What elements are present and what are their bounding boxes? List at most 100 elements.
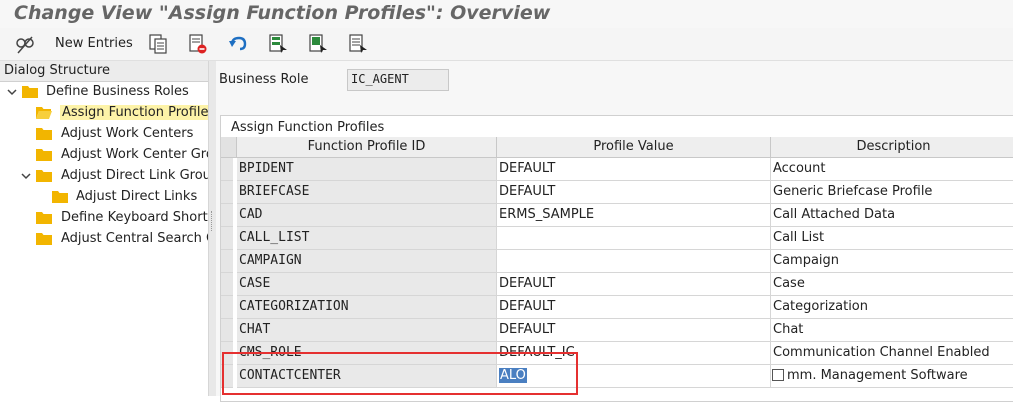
table-title: Assign Function Profiles [231, 120, 385, 135]
tree-item-adjust-direct-links[interactable]: Adjust Direct Links [36, 187, 208, 207]
description-cell: Campaign [771, 250, 1013, 273]
undo-icon[interactable] [228, 33, 248, 55]
copy-icon[interactable] [148, 33, 168, 55]
glasses-pencil-icon[interactable] [14, 33, 36, 55]
profile-value-cell[interactable]: DEFAULT [497, 158, 771, 181]
new-entries-button[interactable]: New Entries [55, 36, 133, 51]
description-cell: Categorization [771, 296, 1013, 319]
splitter-grip[interactable] [211, 211, 214, 231]
function-profile-id: BRIEFCASE [239, 184, 310, 199]
select-all-rows-handle[interactable] [221, 137, 237, 158]
assign-function-profiles-table: Assign Function Profiles Function Profil… [220, 115, 1013, 402]
tree-item-define-business-roles[interactable]: Define Business Roles [6, 82, 206, 102]
table-row[interactable]: BRIEFCASE DEFAULT Generic Briefcase Profil… [221, 181, 1013, 204]
value-help-button[interactable] [772, 369, 784, 381]
description: Call List [773, 230, 825, 245]
profile-value: DEFAULT [499, 276, 556, 291]
description-cell: Account [771, 158, 1013, 181]
profile-value: DEFAULT [499, 299, 556, 314]
profile-value-cell[interactable]: ALO [497, 365, 771, 388]
column-header-function-profile-id[interactable]: Function Profile ID [237, 137, 497, 158]
page-title: Change View "Assign Function Profiles": … [14, 2, 551, 24]
function-profile-id: CHAT [239, 322, 271, 337]
chevron-down-icon[interactable] [20, 170, 32, 182]
table-row[interactable]: CHAT DEFAULT Chat [221, 319, 1013, 342]
folder-icon [36, 149, 52, 161]
table-row[interactable]: BPIDENT DEFAULT Account [221, 158, 1013, 181]
folder-icon [36, 128, 52, 140]
profile-value-cell[interactable]: DEFAULT [497, 296, 771, 319]
profile-value: DEFAULT [499, 161, 556, 176]
tree-item-define-keyboard-shortcuts[interactable]: Define Keyboard Shortc [20, 208, 208, 228]
dialog-structure-panel: Dialog Structure Define Business Roles A… [0, 61, 208, 396]
main-content: Business Role IC_AGENT Assign Function P… [216, 61, 1013, 402]
function-profile-id: CONTACTCENTER [239, 368, 341, 383]
table-row[interactable]: CATEGORIZATION DEFAULT Categorization [221, 296, 1013, 319]
tree-item-adjust-work-center-groups[interactable]: Adjust Work Center Gro [20, 145, 208, 165]
profile-value-cell[interactable] [497, 227, 771, 250]
function-profile-id: CAMPAIGN [239, 253, 302, 268]
function-profile-id: CMS_ROLE [239, 345, 302, 360]
function-profile-id: CAD [239, 207, 263, 222]
profile-value: ALO [499, 368, 527, 383]
profile-value: DEFAULT [499, 322, 556, 337]
chevron-down-icon[interactable] [6, 86, 18, 98]
profile-value: DEFAULT [499, 184, 556, 199]
function-profile-id: CALL_LIST [239, 230, 310, 245]
description-cell: Call List [771, 227, 1013, 250]
function-profile-id: CATEGORIZATION [239, 299, 349, 314]
profile-value: ERMS_SAMPLE [499, 207, 595, 222]
table-row[interactable]: CMS_ROLE DEFAULT_IC Communication Channel … [221, 342, 1013, 365]
business-role-field: IC_AGENT [347, 69, 449, 91]
tree-item-label: Adjust Direct Link Group [61, 168, 208, 183]
description: mm. Management Software [787, 368, 968, 383]
tree-item-adjust-central-search[interactable]: Adjust Central Search C [20, 229, 208, 249]
description: Communication Channel Enabled [773, 345, 990, 360]
column-header-profile-value[interactable]: Profile Value [497, 137, 771, 158]
folder-icon [36, 233, 52, 245]
tree-item-label: Assign Function Profiles [60, 105, 208, 120]
profile-value-cell[interactable]: DEFAULT [497, 181, 771, 204]
select-block-icon[interactable] [308, 33, 328, 55]
table-row[interactable]: CALL_LIST Call List [221, 227, 1013, 250]
column-header-description[interactable]: Description [771, 137, 1013, 158]
description-cell: Chat [771, 319, 1013, 342]
tree-item-adjust-work-centers[interactable]: Adjust Work Centers [20, 124, 208, 144]
profile-value-cell[interactable]: ERMS_SAMPLE [497, 204, 771, 227]
table-row[interactable]: CAMPAIGN Campaign [221, 250, 1013, 273]
tree-item-label: Adjust Work Center Gro [61, 147, 208, 162]
select-all-icon[interactable] [268, 33, 288, 55]
table-row[interactable]: CONTACTCENTER ALO mm. Management Software [221, 365, 1013, 388]
profile-value-cell[interactable] [497, 250, 771, 273]
description-cell: Call Attached Data [771, 204, 1013, 227]
function-profile-id-cell: CAD [237, 204, 497, 227]
function-profile-id-cell: BRIEFCASE [237, 181, 497, 204]
folder-icon [22, 86, 38, 98]
description: Campaign [773, 253, 840, 268]
deselect-all-icon[interactable] [348, 33, 368, 55]
dialog-structure-header: Dialog Structure [0, 61, 208, 82]
description: Case [773, 276, 805, 291]
tree-item-label: Adjust Work Centers [61, 126, 194, 141]
tree-item-assign-function-profiles[interactable]: Assign Function Profiles [20, 103, 208, 123]
function-profile-id-cell: CMS_ROLE [237, 342, 497, 365]
tree-item-adjust-direct-link-groups[interactable]: Adjust Direct Link Group [20, 166, 208, 186]
profile-value-cell[interactable]: DEFAULT [497, 319, 771, 342]
profile-value-cell[interactable]: DEFAULT [497, 273, 771, 296]
business-role-label: Business Role [219, 72, 309, 87]
profile-value: DEFAULT_IC [499, 345, 575, 360]
function-profile-id-cell: CAMPAIGN [237, 250, 497, 273]
delete-icon[interactable] [188, 33, 208, 55]
title-bar: Change View "Assign Function Profiles": … [0, 0, 1013, 28]
table-row[interactable]: CASE DEFAULT Case [221, 273, 1013, 296]
table-row[interactable]: CAD ERMS_SAMPLE Call Attached Data [221, 204, 1013, 227]
folder-icon [52, 191, 68, 203]
function-profile-id-cell: CALL_LIST [237, 227, 497, 250]
function-profile-id-cell: CATEGORIZATION [237, 296, 497, 319]
function-profile-id: CASE [239, 276, 271, 291]
description: Categorization [773, 299, 868, 314]
profile-value-cell[interactable]: DEFAULT_IC [497, 342, 771, 365]
description-cell: mm. Management Software [771, 365, 1013, 388]
tree-item-label: Adjust Central Search C [61, 231, 208, 246]
function-profile-id: BPIDENT [239, 161, 294, 176]
